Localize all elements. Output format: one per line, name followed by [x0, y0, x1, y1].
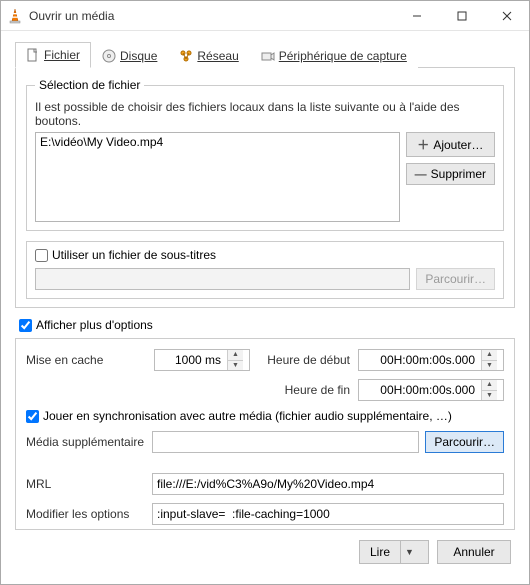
- edit-options-label: Modifier les options: [26, 507, 146, 521]
- use-subtitle-checkbox[interactable]: [35, 249, 48, 262]
- end-time-value[interactable]: [359, 380, 481, 400]
- close-button[interactable]: [484, 1, 529, 30]
- advanced-options-panel: Mise en cache ▲▼ Heure de début ▲▼ Heure…: [15, 338, 515, 530]
- subtitle-browse-button: Parcourir…: [416, 268, 495, 290]
- capture-icon: [261, 49, 275, 63]
- subtitles-group: Utiliser un fichier de sous-titres Parco…: [26, 241, 504, 299]
- show-more-options[interactable]: Afficher plus d'options: [19, 318, 511, 332]
- cache-spinner[interactable]: ▲▼: [154, 349, 250, 371]
- chevron-up-icon[interactable]: ▲: [228, 350, 243, 361]
- titlebar: Ouvrir un média: [1, 1, 529, 31]
- file-selection-hint: Il est possible de choisir des fichiers …: [35, 100, 495, 128]
- tab-capture-label: Périphérique de capture: [279, 49, 407, 63]
- mrl-input[interactable]: [152, 473, 504, 495]
- file-list-item[interactable]: E:\vidéo\My Video.mp4: [40, 135, 395, 149]
- tab-network[interactable]: Réseau: [168, 42, 249, 68]
- open-media-window: Ouvrir un média Fichier: [0, 0, 530, 585]
- plus-icon: ＋: [417, 136, 429, 153]
- tab-network-label: Réseau: [197, 49, 238, 63]
- extra-media-input[interactable]: [152, 431, 419, 453]
- window-title: Ouvrir un média: [29, 9, 394, 23]
- remove-file-button[interactable]: — Supprimer: [406, 163, 495, 185]
- play-button[interactable]: Lire ▼: [359, 540, 429, 564]
- cancel-button[interactable]: Annuler: [437, 540, 511, 564]
- tab-page-file: Sélection de fichier Il est possible de …: [15, 68, 515, 308]
- edit-options-input[interactable]: [152, 503, 504, 525]
- maximize-button[interactable]: [439, 1, 484, 30]
- add-file-button[interactable]: ＋ Ajouter…: [406, 132, 495, 157]
- vlc-cone-icon: [7, 8, 23, 24]
- tabbar: Fichier Disque Réseau Périphérique de ca…: [15, 41, 515, 68]
- chevron-down-icon[interactable]: ▼: [228, 361, 243, 371]
- content-area: Fichier Disque Réseau Périphérique de ca…: [1, 31, 529, 584]
- start-time-label: Heure de début: [267, 353, 350, 367]
- start-time-spinner[interactable]: ▲▼: [358, 349, 504, 371]
- sync-checkbox[interactable]: [26, 410, 39, 423]
- show-more-label: Afficher plus d'options: [36, 318, 153, 332]
- window-buttons: [394, 1, 529, 30]
- chevron-down-icon[interactable]: ▼: [482, 391, 497, 401]
- chevron-down-icon[interactable]: ▼: [482, 361, 497, 371]
- chevron-up-icon[interactable]: ▲: [482, 350, 497, 361]
- end-time-spinner[interactable]: ▲▼: [358, 379, 504, 401]
- tab-disc-label: Disque: [120, 49, 157, 63]
- file-list[interactable]: E:\vidéo\My Video.mp4: [35, 132, 400, 222]
- chevron-up-icon[interactable]: ▲: [482, 380, 497, 391]
- cache-label: Mise en cache: [26, 353, 146, 367]
- start-time-value[interactable]: [359, 350, 481, 370]
- minus-icon: —: [415, 167, 427, 181]
- file-selection-legend: Sélection de fichier: [35, 78, 144, 92]
- disc-icon: [102, 49, 116, 63]
- cache-value[interactable]: [155, 350, 227, 370]
- tab-capture[interactable]: Périphérique de capture: [250, 42, 418, 68]
- footer: Lire ▼ Annuler: [7, 530, 523, 574]
- show-more-checkbox[interactable]: [19, 319, 32, 332]
- end-time-label: Heure de fin: [285, 383, 350, 397]
- mrl-label: MRL: [26, 477, 146, 491]
- extra-media-browse-button[interactable]: Parcourir…: [425, 431, 504, 453]
- tab-disc[interactable]: Disque: [91, 42, 168, 68]
- chevron-down-icon[interactable]: ▼: [400, 541, 418, 563]
- tab-file[interactable]: Fichier: [15, 42, 91, 68]
- sync-label: Jouer en synchronisation avec autre médi…: [43, 409, 452, 423]
- subtitle-path-input: [35, 268, 410, 290]
- file-icon: [26, 48, 40, 62]
- tab-file-label: Fichier: [44, 48, 80, 62]
- network-icon: [179, 49, 193, 63]
- extra-media-label: Média supplémentaire: [26, 435, 146, 449]
- minimize-button[interactable]: [394, 1, 439, 30]
- file-selection-group: Sélection de fichier Il est possible de …: [26, 78, 504, 231]
- use-subtitle-label: Utiliser un fichier de sous-titres: [52, 248, 216, 262]
